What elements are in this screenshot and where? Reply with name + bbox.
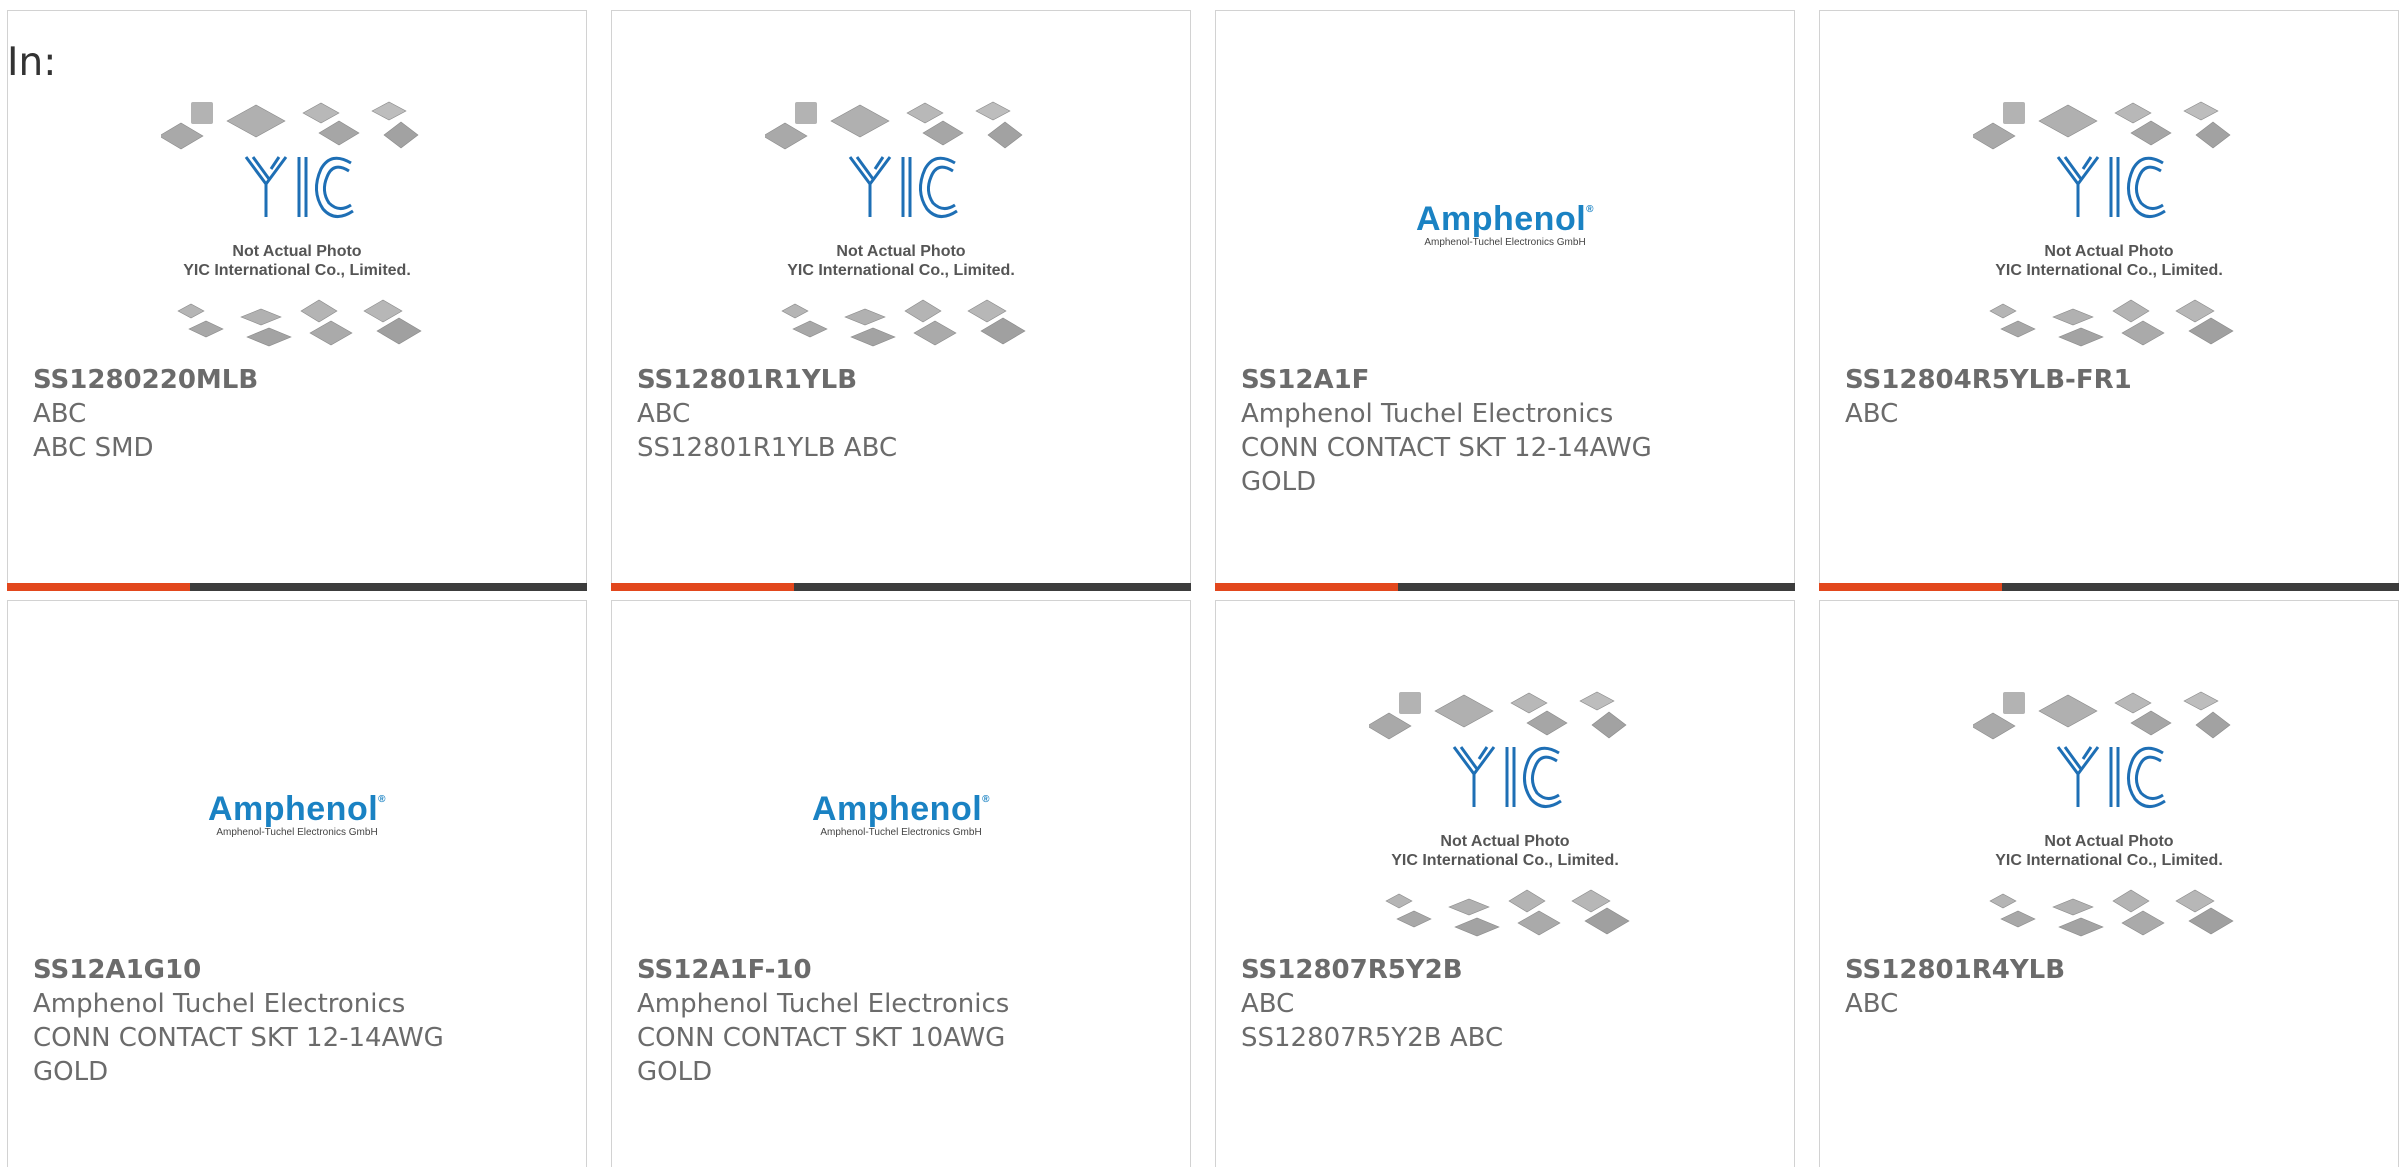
registered-mark-icon: ®: [378, 794, 387, 805]
caption-line-1: Not Actual Photo: [2044, 243, 2174, 260]
caption-line-2: YIC International Co., Limited.: [1995, 262, 2223, 279]
manufacturer: Amphenol Tuchel Electronics: [1241, 399, 1614, 429]
product-image[interactable]: Amphenol® Amphenol-Tuchel Electronics Gmb…: [612, 683, 1190, 945]
yic-placeholder-logo: Not Actual Photo YIC International Co., L…: [158, 99, 433, 349]
caption-line-2: YIC International Co., Limited.: [1995, 852, 2223, 869]
product-card[interactable]: Not Actual Photo YIC International Co., L…: [1819, 10, 2399, 591]
card-bar: [1215, 583, 1795, 591]
registered-mark-icon: ®: [1586, 204, 1595, 215]
card-bar-accent: [1215, 583, 1398, 591]
manufacturer: Amphenol Tuchel Electronics: [33, 989, 406, 1019]
product-card[interactable]: Not Actual Photo YIC International Co., L…: [1819, 600, 2399, 1167]
product-image[interactable]: Amphenol® Amphenol-Tuchel Electronics Gmb…: [1216, 93, 1794, 355]
manufacturer: ABC: [33, 399, 87, 429]
part-number-link[interactable]: SS12804R5YLB-FR1: [1845, 363, 2378, 397]
description: SS12801R1YLB ABC: [637, 433, 898, 463]
not-actual-photo-caption: Not Actual Photo YIC International Co., L…: [1973, 242, 2245, 280]
card-bar-accent: [1819, 583, 2002, 591]
description-cont: GOLD: [33, 1057, 109, 1087]
caption-line-1: Not Actual Photo: [836, 243, 966, 260]
part-number-link[interactable]: SS12A1F: [1241, 363, 1774, 397]
yic-placeholder-logo: Not Actual Photo YIC International Co., L…: [1366, 689, 1641, 939]
product-card[interactable]: Not Actual Photo YIC International Co., L…: [611, 10, 1191, 591]
product-image[interactable]: Amphenol® Amphenol-Tuchel Electronics Gmb…: [8, 683, 586, 945]
caption-line-2: YIC International Co., Limited.: [183, 262, 411, 279]
part-number-link[interactable]: SS12A1G10: [33, 953, 566, 987]
description-cont: GOLD: [1241, 467, 1317, 497]
manufacturer: Amphenol Tuchel Electronics: [637, 989, 1010, 1019]
product-image[interactable]: Not Actual Photo YIC International Co., L…: [612, 93, 1190, 355]
yic-placeholder-logo: Not Actual Photo YIC International Co., L…: [762, 99, 1037, 349]
in-label: In:: [7, 40, 57, 85]
part-number-link[interactable]: SS12801R4YLB: [1845, 953, 2378, 987]
description: ABC SMD: [33, 433, 154, 463]
card-bar-accent: [611, 583, 794, 591]
amphenol-wordmark: Amphenol®: [791, 790, 1011, 829]
caption-line-1: Not Actual Photo: [232, 243, 362, 260]
not-actual-photo-caption: Not Actual Photo YIC International Co., L…: [765, 242, 1037, 280]
part-number-link[interactable]: SS12807R5Y2B: [1241, 953, 1774, 987]
card-bar: [7, 583, 587, 591]
part-number-link[interactable]: SS12A1F-10: [637, 953, 1170, 987]
caption-line-1: Not Actual Photo: [2044, 833, 2174, 850]
amphenol-logo: Amphenol® Amphenol-Tuchel Electronics Gmb…: [1395, 200, 1615, 248]
yic-placeholder-logo: Not Actual Photo YIC International Co., L…: [1970, 689, 2245, 939]
caption-line-1: Not Actual Photo: [1440, 833, 1570, 850]
product-image[interactable]: Not Actual Photo YIC International Co., L…: [1216, 683, 1794, 945]
product-image[interactable]: Not Actual Photo YIC International Co., L…: [1820, 93, 2398, 355]
description: CONN CONTACT SKT 10AWG: [637, 1023, 1006, 1053]
amphenol-subtitle: Amphenol-Tuchel Electronics GmbH: [216, 827, 378, 838]
amphenol-subtitle: Amphenol-Tuchel Electronics GmbH: [1424, 237, 1586, 248]
card-bar: [611, 583, 1191, 591]
description: SS12807R5Y2B ABC: [1241, 1023, 1504, 1053]
yic-placeholder-logo: Not Actual Photo YIC International Co., L…: [1970, 99, 2245, 349]
card-bar-accent: [7, 583, 190, 591]
product-card[interactable]: Amphenol® Amphenol-Tuchel Electronics Gmb…: [7, 600, 587, 1167]
manufacturer: ABC: [637, 399, 691, 429]
product-image[interactable]: Not Actual Photo YIC International Co., L…: [1820, 683, 2398, 945]
product-card[interactable]: Not Actual Photo YIC International Co., L…: [1215, 600, 1795, 1167]
description: CONN CONTACT SKT 12-14AWG: [33, 1023, 444, 1053]
product-card[interactable]: Amphenol® Amphenol-Tuchel Electronics Gmb…: [611, 600, 1191, 1167]
product-card[interactable]: Not Actual Photo YIC International Co., L…: [7, 10, 587, 591]
manufacturer: ABC: [1845, 989, 1899, 1019]
description: CONN CONTACT SKT 12-14AWG: [1241, 433, 1652, 463]
not-actual-photo-caption: Not Actual Photo YIC International Co., L…: [1973, 832, 2245, 870]
manufacturer: ABC: [1241, 989, 1295, 1019]
caption-line-2: YIC International Co., Limited.: [1391, 852, 1619, 869]
not-actual-photo-caption: Not Actual Photo YIC International Co., L…: [161, 242, 433, 280]
amphenol-wordmark: Amphenol®: [187, 790, 407, 829]
part-number-link[interactable]: SS12801R1YLB: [637, 363, 1170, 397]
not-actual-photo-caption: Not Actual Photo YIC International Co., L…: [1369, 832, 1641, 870]
registered-mark-icon: ®: [982, 794, 991, 805]
part-number-link[interactable]: SS1280220MLB: [33, 363, 566, 397]
manufacturer: ABC: [1845, 399, 1899, 429]
amphenol-word: Amphenol: [207, 790, 379, 828]
amphenol-wordmark: Amphenol®: [1395, 200, 1615, 239]
amphenol-subtitle: Amphenol-Tuchel Electronics GmbH: [820, 827, 982, 838]
amphenol-word: Amphenol: [811, 790, 983, 828]
product-card[interactable]: Amphenol® Amphenol-Tuchel Electronics Gmb…: [1215, 10, 1795, 591]
product-image[interactable]: Not Actual Photo YIC International Co., L…: [8, 93, 586, 355]
amphenol-word: Amphenol: [1415, 200, 1587, 238]
amphenol-logo: Amphenol® Amphenol-Tuchel Electronics Gmb…: [791, 790, 1011, 838]
description-cont: GOLD: [637, 1057, 713, 1087]
caption-line-2: YIC International Co., Limited.: [787, 262, 1015, 279]
amphenol-logo: Amphenol® Amphenol-Tuchel Electronics Gmb…: [187, 790, 407, 838]
product-grid-page: In: Not Actual Photo YIC International Co…: [0, 0, 2400, 1167]
card-bar: [1819, 583, 2399, 591]
